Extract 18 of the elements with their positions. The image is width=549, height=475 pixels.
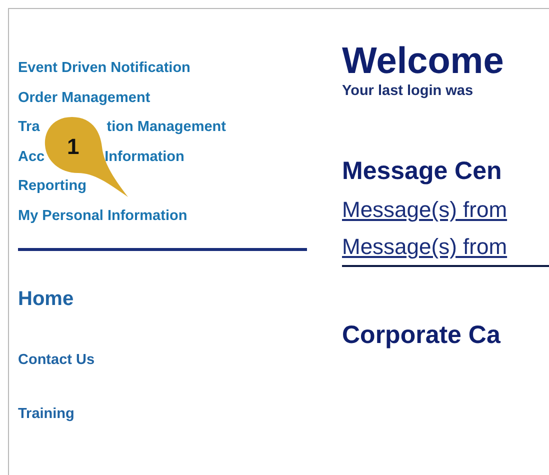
sidebar-link[interactable]: Contact Us	[18, 352, 95, 368]
welcome-title: Welcome	[342, 39, 504, 83]
message-link[interactable]: Message(s) from	[342, 197, 508, 223]
callout-number: 1	[67, 134, 80, 160]
nav-link[interactable]: tion Management	[106, 117, 226, 138]
home-link[interactable]: Home	[18, 288, 74, 311]
nav-link[interactable]: My Personal Information	[18, 206, 188, 226]
nav-link[interactable]: Tra	[18, 117, 40, 138]
nav-link[interactable]: Event Driven Notification	[18, 58, 190, 78]
nav-link[interactable]: Order Management	[18, 88, 150, 108]
section-heading: Message Cen	[342, 157, 502, 186]
nav-link[interactable]: Reporting	[18, 176, 86, 196]
message-link[interactable]: Message(s) from	[342, 234, 508, 260]
sidebar-link[interactable]: Training	[18, 406, 74, 422]
section-heading: Corporate Ca	[342, 321, 500, 350]
last-login-text: Your last login was	[342, 83, 474, 99]
nav-link[interactable]: Information	[104, 146, 184, 167]
nav-link[interactable]: Acc	[18, 146, 45, 167]
